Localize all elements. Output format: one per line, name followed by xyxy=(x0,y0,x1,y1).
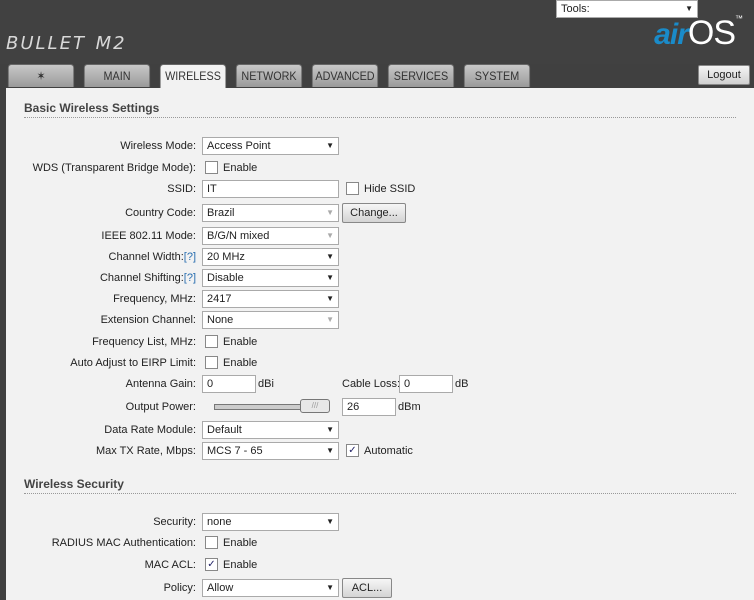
label: Wireless Mode: xyxy=(120,140,196,152)
checkbox-label: Enable xyxy=(223,559,258,571)
radius-mac-checkbox[interactable] xyxy=(205,536,218,549)
extension-channel-select[interactable]: None xyxy=(202,311,339,329)
label: Max TX Rate, Mbps: xyxy=(95,445,196,457)
label: SSID: xyxy=(167,183,196,195)
help-link[interactable]: [?] xyxy=(184,272,196,284)
checkbox-label: Enable xyxy=(223,357,258,369)
unit: dBm xyxy=(398,401,421,413)
channel-width-select[interactable]: 20 MHz xyxy=(202,248,339,266)
airos-logo: airOS™ xyxy=(654,14,743,52)
tab-ubnt-logo[interactable]: ✶ xyxy=(7,64,75,87)
label: Extension Channel: xyxy=(100,314,196,326)
policy-select[interactable]: Allow xyxy=(202,579,339,597)
label: Output Power: xyxy=(125,401,196,413)
antenna-gain-input[interactable]: 0 xyxy=(202,375,256,393)
checkbox-label: Enable xyxy=(223,537,258,549)
label: Data Rate Module: xyxy=(104,424,196,436)
channel-shifting-select[interactable]: Disable xyxy=(202,269,339,287)
label: RADIUS MAC Authentication: xyxy=(51,537,196,549)
label: Frequency, MHz: xyxy=(113,293,196,305)
label: Channel Width:[?] xyxy=(108,251,196,263)
output-power-input[interactable]: 26 xyxy=(342,398,396,416)
mac-acl-checkbox[interactable]: ✓ xyxy=(205,558,218,571)
tab-wireless[interactable]: WIRELESS xyxy=(159,64,227,89)
unit: dBi xyxy=(258,378,274,390)
data-rate-module-select[interactable]: Default xyxy=(202,421,339,439)
eirp-checkbox[interactable] xyxy=(205,356,218,369)
hide-ssid-checkbox[interactable] xyxy=(346,182,359,195)
checkbox-label: Automatic xyxy=(364,445,413,457)
content-panel: Basic Wireless Settings Wireless Mode: Ac… xyxy=(6,88,754,600)
unit: dB xyxy=(455,378,469,390)
label: Policy: xyxy=(163,582,196,594)
label: Frequency List, MHz: xyxy=(92,336,196,348)
country-code-select[interactable]: Brazil xyxy=(202,204,339,222)
tab-advanced[interactable]: ADVANCED xyxy=(311,64,379,87)
label: Auto Adjust to EIRP Limit: xyxy=(70,357,196,369)
help-link[interactable]: [?] xyxy=(184,251,196,263)
wds-checkbox[interactable] xyxy=(205,161,218,174)
automatic-checkbox[interactable]: ✓ xyxy=(346,444,359,457)
tab-main[interactable]: MAIN xyxy=(83,64,151,87)
slider-handle[interactable]: /// xyxy=(300,399,330,413)
tab-network[interactable]: NETWORK xyxy=(235,64,303,87)
ssid-input[interactable]: IT xyxy=(202,180,339,198)
label: Country Code: xyxy=(125,207,196,219)
frequency-list-checkbox[interactable] xyxy=(205,335,218,348)
label: Cable Loss: xyxy=(342,378,401,390)
checkbox-label: Enable xyxy=(223,162,258,174)
change-country-button[interactable]: Change... xyxy=(342,203,406,223)
frequency-select[interactable]: 2417 xyxy=(202,290,339,308)
cable-loss-input[interactable]: 0 xyxy=(399,375,453,393)
label: Channel Shifting:[?] xyxy=(99,272,196,284)
label: MAC ACL: xyxy=(144,559,196,571)
checkbox-label: Enable xyxy=(223,336,258,348)
logout-button[interactable]: Logout xyxy=(698,65,750,85)
section-title-security: Wireless Security xyxy=(24,477,736,494)
label: Antenna Gain: xyxy=(125,378,196,390)
max-tx-rate-select[interactable]: MCS 7 - 65 xyxy=(202,442,339,460)
section-title-basic: Basic Wireless Settings xyxy=(24,101,736,118)
security-select[interactable]: none xyxy=(202,513,339,531)
tab-system[interactable]: SYSTEM xyxy=(463,64,531,87)
tab-bar: ✶ MAIN WIRELESS NETWORK ADVANCED SERVICE… xyxy=(4,64,534,89)
checkbox-label: Hide SSID xyxy=(364,183,416,195)
label: WDS (Transparent Bridge Mode): xyxy=(32,162,196,174)
label: IEEE 802.11 Mode: xyxy=(101,230,196,242)
label: Security: xyxy=(153,516,196,528)
wireless-mode-select[interactable]: Access Point xyxy=(202,137,339,155)
ieee-mode-select[interactable]: B/G/N mixed xyxy=(202,227,339,245)
ubiquiti-logo-icon: ✶ xyxy=(36,69,46,83)
product-logo: BULLET M2 xyxy=(6,33,127,54)
tools-select[interactable]: Tools: xyxy=(556,0,698,18)
acl-button[interactable]: ACL... xyxy=(342,578,392,598)
tab-services[interactable]: SERVICES xyxy=(387,64,455,87)
